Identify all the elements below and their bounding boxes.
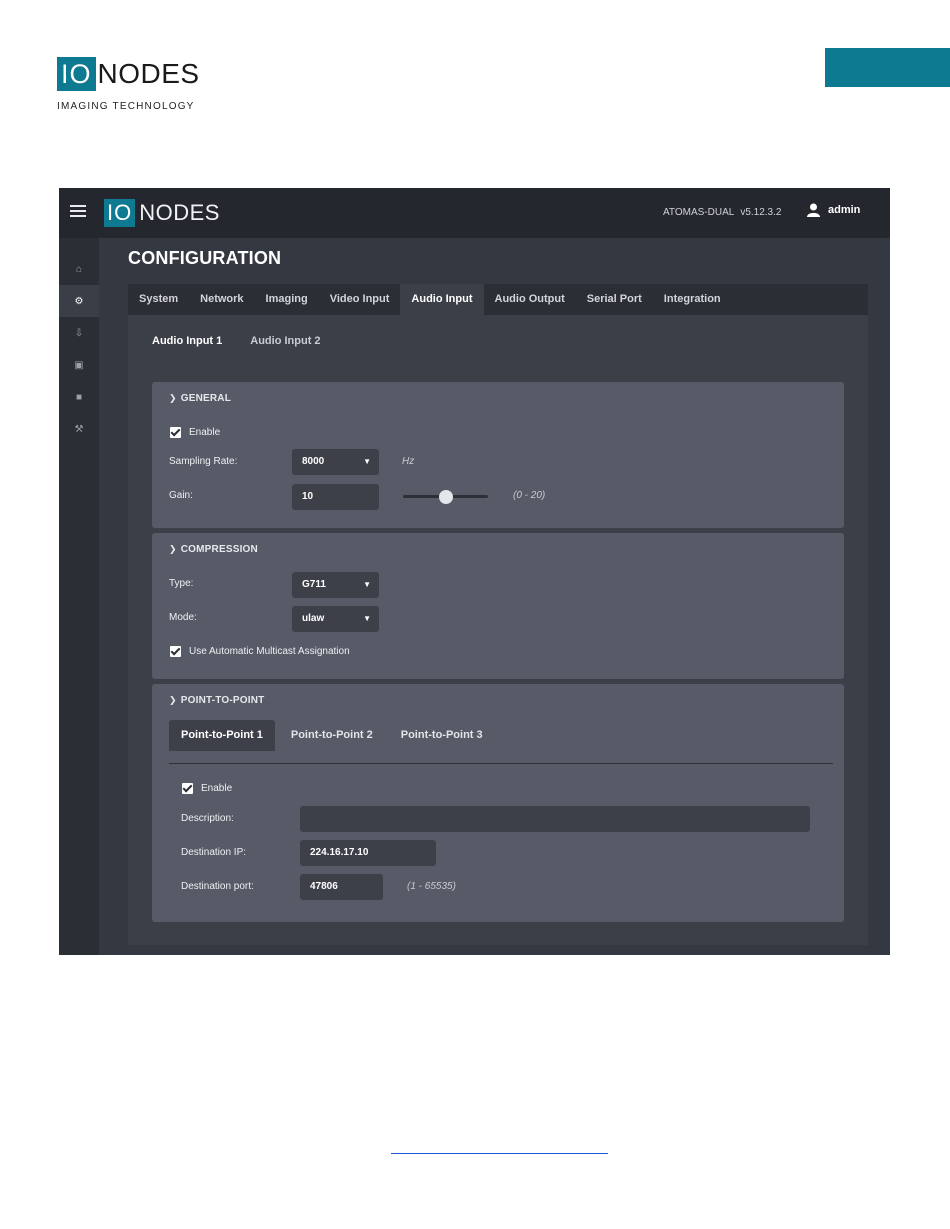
gain-value: 10 [302, 491, 314, 502]
tab-network[interactable]: Network [189, 284, 254, 315]
document-tagline: IMAGING TECHNOLOGY [57, 101, 195, 112]
chevron-down-icon: ❯ [169, 393, 177, 403]
page-title: CONFIGURATION [128, 248, 282, 268]
tab-point-to-point-1[interactable]: Point-to-Point 1 [169, 720, 275, 751]
firmware-version: v5.12.3.2 [740, 207, 782, 218]
sidebar-item-configuration[interactable]: ⚙ [59, 285, 99, 317]
destination-ip-input[interactable]: 224.16.17.10 [300, 840, 436, 866]
point-to-point-panel-header[interactable]: ❯ POINT-TO-POINT [169, 695, 264, 706]
description-label: Description: [181, 813, 234, 824]
p2p-enable-checkbox[interactable] [182, 783, 193, 794]
chevron-down-icon: ❯ [169, 695, 177, 705]
sampling-rate-select[interactable]: 8000 ▼ [292, 449, 379, 475]
sampling-rate-value: 8000 [302, 456, 325, 467]
general-enable-checkbox[interactable] [170, 427, 181, 438]
compression-type-label: Type: [169, 578, 194, 589]
gain-input[interactable]: 10 [292, 484, 379, 510]
config-content: Audio Input 1 Audio Input 2 ❯ GENERAL En… [128, 315, 868, 945]
general-title: GENERAL [180, 393, 232, 404]
sidebar-item-maintenance[interactable]: ⚒ [59, 413, 99, 445]
destination-port-input[interactable]: 47806 [300, 874, 383, 900]
point-to-point-panel: ❯ POINT-TO-POINT Point-to-Point 1 Point-… [152, 684, 844, 922]
user-menu[interactable]: admin [807, 203, 860, 217]
subtab-audio-input-2[interactable]: Audio Input 2 [250, 335, 320, 347]
sidebar-item-home[interactable]: ⌂ [59, 253, 99, 285]
subtab-audio-input-1[interactable]: Audio Input 1 [152, 335, 222, 347]
chevron-down-icon: ❯ [169, 544, 177, 554]
device-name: ATOMAS-DUAL [663, 207, 735, 218]
general-enable-label: Enable [189, 427, 221, 438]
app-logo[interactable]: IO NODES [104, 199, 220, 227]
wrench-icon: ⚒ [74, 423, 84, 435]
point-to-point-tabs: Point-to-Point 1 Point-to-Point 2 Point-… [169, 720, 499, 751]
tab-audio-input[interactable]: Audio Input [400, 284, 484, 315]
compression-type-select[interactable]: G711 ▼ [292, 572, 379, 598]
chevron-down-icon: ▼ [363, 614, 371, 623]
sidebar-item-security[interactable]: ■ [59, 381, 99, 413]
compression-mode-select[interactable]: ulaw ▼ [292, 606, 379, 632]
sampling-rate-label: Sampling Rate: [169, 456, 238, 467]
document-logo-nodes: NODES [97, 58, 200, 89]
sidebar-item-usb[interactable]: ⇩ [59, 317, 99, 349]
destination-ip-label: Destination IP: [181, 847, 247, 858]
document-logo-io: IO [57, 57, 96, 91]
tab-video-input[interactable]: Video Input [319, 284, 401, 315]
app-window: IO NODES ATOMAS-DUAL v5.12.3.2 admin ⌂ ⚙ ⇩… [59, 188, 890, 955]
destination-ip-value: 224.16.17.10 [310, 847, 369, 858]
lock-icon: ■ [75, 391, 83, 403]
compression-mode-value: ulaw [302, 613, 325, 624]
document-corner-bar [825, 48, 950, 87]
device-info: ATOMAS-DUAL v5.12.3.2 [663, 207, 781, 218]
usb-icon: ⇩ [74, 327, 84, 339]
gain-range-hint: (0 - 20) [513, 490, 546, 501]
sidebar: ⌂ ⚙ ⇩ ▣ ■ ⚒ [59, 238, 99, 955]
destination-port-value: 47806 [310, 881, 338, 892]
point-to-point-title: POINT-TO-POINT [180, 695, 265, 706]
chevron-down-icon: ▼ [363, 580, 371, 589]
destination-port-label: Destination port: [181, 881, 254, 892]
general-panel-header[interactable]: ❯ GENERAL [169, 393, 231, 404]
p2p-enable-label: Enable [201, 783, 233, 794]
user-icon [807, 203, 820, 217]
compression-panel: ❯ COMPRESSION Type: G711 ▼ Mode: ulaw ▼ … [152, 533, 844, 679]
gear-icon: ⚙ [74, 295, 84, 307]
tab-serial-port[interactable]: Serial Port [576, 284, 653, 315]
camera-icon: ▣ [74, 359, 84, 371]
compression-type-value: G711 [302, 579, 326, 590]
tab-imaging[interactable]: Imaging [255, 284, 319, 315]
document-logo: IO NODES [57, 57, 200, 91]
compression-title: COMPRESSION [180, 544, 258, 555]
top-bar: IO NODES ATOMAS-DUAL v5.12.3.2 admin [59, 188, 890, 238]
chevron-down-icon: ▼ [363, 457, 371, 466]
port-range-hint: (1 - 65535) [407, 881, 456, 892]
gain-label: Gain: [169, 490, 193, 501]
tab-integration[interactable]: Integration [653, 284, 732, 315]
tab-point-to-point-3[interactable]: Point-to-Point 3 [389, 720, 495, 751]
tab-system[interactable]: System [128, 284, 189, 315]
general-panel: ❯ GENERAL Enable Sampling Rate: 8000 ▼ H… [152, 382, 844, 528]
point-to-point-tab-divider [169, 763, 833, 764]
sampling-rate-unit: Hz [402, 456, 415, 467]
app-logo-nodes: NODES [139, 200, 220, 225]
config-tabs: System Network Imaging Video Input Audio… [128, 284, 868, 315]
sidebar-item-camera[interactable]: ▣ [59, 349, 99, 381]
multicast-label: Use Automatic Multicast Assignation [189, 646, 350, 657]
home-icon: ⌂ [75, 263, 83, 275]
username: admin [828, 204, 861, 216]
hamburger-menu-icon[interactable] [70, 205, 86, 217]
app-logo-io: IO [104, 199, 136, 227]
multicast-checkbox[interactable] [170, 646, 181, 657]
footer-link[interactable] [391, 1153, 608, 1154]
tab-point-to-point-2[interactable]: Point-to-Point 2 [279, 720, 385, 751]
compression-panel-header[interactable]: ❯ COMPRESSION [169, 544, 258, 555]
audio-input-subtabs: Audio Input 1 Audio Input 2 [152, 335, 349, 347]
gain-slider-handle[interactable] [438, 490, 453, 504]
compression-mode-label: Mode: [169, 612, 197, 623]
tab-audio-output[interactable]: Audio Output [484, 284, 576, 315]
description-input[interactable] [300, 806, 810, 832]
